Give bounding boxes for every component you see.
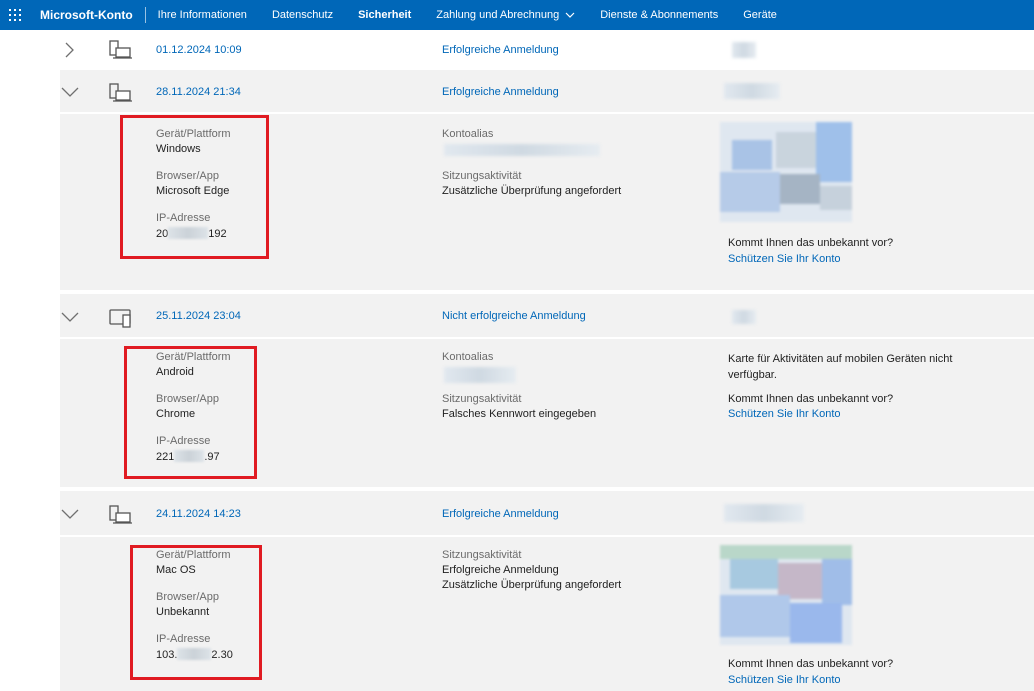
chevron-down-icon[interactable] [60,504,80,524]
activity-date[interactable]: 01.12.2024 10:09 [156,44,242,56]
redacted-location [732,310,756,324]
highlight-box [124,346,257,479]
chevron-down-icon[interactable] [60,307,80,327]
protect-account-link[interactable]: Schützen Sie Ihr Konto [728,253,841,265]
desktop-icon [109,83,132,102]
unknown-question: Kommt Ihnen das unbekannt vor? [728,658,894,670]
unknown-question: Kommt Ihnen das unbekannt vor? [728,237,894,249]
nav-item-devices[interactable]: Geräte [743,9,777,21]
activity-date[interactable]: 24.11.2024 14:23 [156,508,241,520]
nav-item-billing-label: Zahlung und Abrechnung [436,9,560,21]
top-navigation: Microsoft-Konto Ihre Informationen Daten… [0,0,1034,30]
protect-account-link[interactable]: Schützen Sie Ihr Konto [728,674,841,686]
session-activity-label: Sitzungsaktivität [442,170,522,182]
nav-item-billing[interactable]: Zahlung und Abrechnung [436,9,575,21]
mobile-device-icon [109,309,131,328]
redacted-alias [444,144,600,156]
session-activity-value: Zusätzliche Überprüfung angefordert [442,185,622,197]
activity-status[interactable]: Erfolgreiche Anmeldung [442,44,559,56]
desktop-icon [109,505,132,524]
nav-item-security[interactable]: Sicherheit [358,9,411,21]
activity-date[interactable]: 25.11.2024 23:04 [156,310,241,322]
nav-item-services[interactable]: Dienste & Abonnements [600,9,718,21]
alias-label: Kontoalias [442,128,494,140]
app-launcher-icon[interactable] [0,0,30,30]
brand-title[interactable]: Microsoft-Konto [30,8,145,22]
activity-row-3[interactable]: 25.11.2024 23:04 Nicht erfolgreiche Anme… [60,294,1034,337]
nav-separator [144,7,146,23]
highlight-box [120,115,269,259]
chevron-down-icon [565,12,575,18]
activity-status[interactable]: Nicht erfolgreiche Anmeldung [442,310,586,322]
session-activity-value-2: Zusätzliche Überprüfung angefordert [442,579,622,591]
activity-date[interactable]: 28.11.2024 21:34 [156,86,241,98]
unknown-question: Kommt Ihnen das unbekannt vor? [728,393,894,405]
redacted-location [724,83,780,99]
nav-item-info[interactable]: Ihre Informationen [158,9,247,21]
redacted-alias [444,367,516,383]
alias-label: Kontoalias [442,351,494,363]
redacted-location [724,504,804,522]
chevron-right-icon[interactable] [60,40,80,60]
activity-row-1[interactable]: 01.12.2024 10:09 Erfolgreiche Anmeldung [60,30,1034,70]
activity-status[interactable]: Erfolgreiche Anmeldung [442,508,559,520]
activity-row-2[interactable]: 28.11.2024 21:34 Erfolgreiche Anmeldung [60,70,1034,112]
session-activity-value: Falsches Kennwort eingegeben [442,408,597,420]
map-unavailable-note: Karte für Aktivitäten auf mobilen Geräte… [728,353,953,381]
session-activity-label: Sitzungsaktivität [442,393,522,405]
highlight-box [130,545,262,680]
activity-status[interactable]: Erfolgreiche Anmeldung [442,86,559,98]
chevron-down-icon[interactable] [60,82,80,102]
desktop-icon [109,40,132,59]
redacted-location [732,42,756,58]
location-map [720,545,852,645]
session-activity-label: Sitzungsaktivität [442,549,522,561]
activity-row-4[interactable]: 24.11.2024 14:23 Erfolgreiche Anmeldung [60,491,1034,535]
protect-account-link[interactable]: Schützen Sie Ihr Konto [728,408,841,420]
location-map [720,122,852,222]
session-activity-value-1: Erfolgreiche Anmeldung [442,564,559,576]
nav-item-privacy[interactable]: Datenschutz [272,9,333,21]
